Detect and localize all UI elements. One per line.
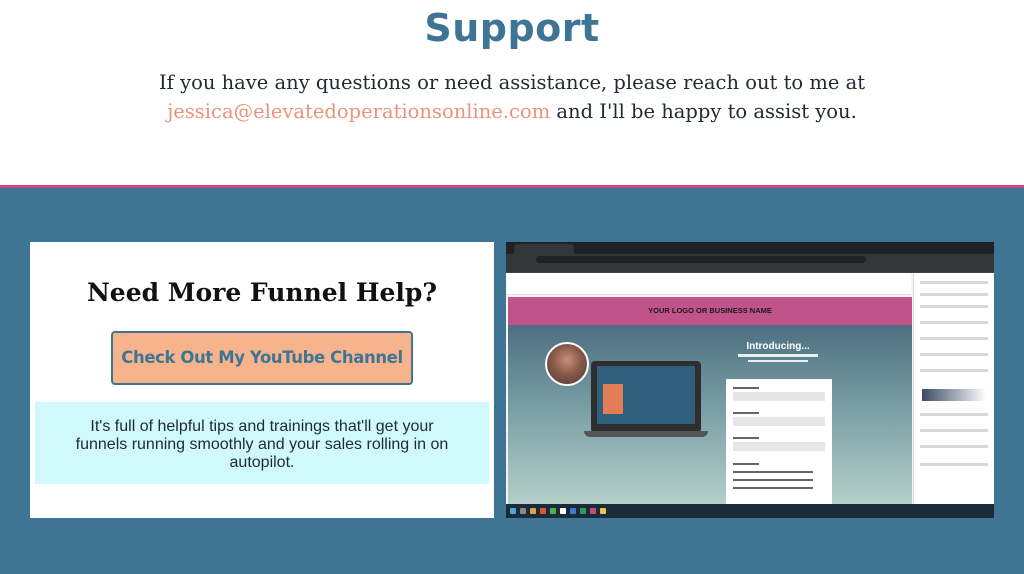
taskbar-icon [530,508,536,514]
taskbar-icon [600,508,606,514]
panel-row [920,445,988,448]
panel-row [920,413,988,416]
laptop-base [584,431,708,437]
form-field [733,417,825,426]
panel-row [920,293,988,296]
form-label [733,479,813,481]
youtube-description: It's full of helpful tips and trainings … [35,402,489,484]
funnel-builder-screenshot: YOUR LOGO OR BUSINESS NAME Introducing..… [506,242,994,518]
support-email-link[interactable]: jessica@elevatedoperationsonline.com [167,100,550,123]
taskbar-icon [590,508,596,514]
browser-tab [514,244,574,254]
form-label [733,487,813,489]
panel-row [920,463,988,466]
support-message: If you have any questions or need assist… [0,68,1024,126]
taskbar-icon [580,508,586,514]
intro-subtitle [748,360,808,362]
profile-photo [545,342,589,386]
browser-bookmarks-bar [506,264,994,273]
funnel-help-section: Need More Funnel Help? Check Out My YouT… [0,188,1024,574]
taskbar-icon [520,508,526,514]
funnel-page-canvas: YOUR LOGO OR BUSINESS NAME Introducing..… [508,297,912,504]
support-message-line2: and I'll be happy to assist you. [550,100,857,123]
page-editor: YOUR LOGO OR BUSINESS NAME Introducing..… [506,273,994,504]
browser-tab-bar [506,242,994,254]
panel-row [920,281,988,284]
intro-subtitle [738,354,818,357]
taskbar-icon [550,508,556,514]
support-message-line1: If you have any questions or need assist… [158,71,866,94]
panel-row [920,429,988,432]
taskbar-icon [560,508,566,514]
support-title: Support [424,6,600,50]
start-icon [510,508,516,514]
panel-row [920,321,988,324]
form-label [733,471,813,473]
support-section: Support If you have any questions or nee… [0,0,1024,185]
logo-bar: YOUR LOGO OR BUSINESS NAME [508,297,912,325]
browser-url-field [536,256,866,263]
editor-settings-panel [913,273,994,504]
form-field [733,442,825,451]
taskbar-icon [570,508,576,514]
panel-row [920,337,988,340]
optin-form [726,379,832,504]
form-label [733,387,759,389]
editor-toolbar [506,273,911,295]
panel-row [920,305,988,308]
ebook-cover [603,384,623,414]
form-label [733,437,759,439]
panel-row [920,353,988,356]
youtube-channel-button[interactable]: Check Out My YouTube Channel [111,331,413,385]
form-label [733,412,759,414]
intro-heading: Introducing... [746,341,810,352]
color-gradient-swatch [922,389,986,401]
form-label [733,463,759,465]
funnel-help-title: Need More Funnel Help? [86,278,438,307]
form-field [733,392,825,401]
funnel-help-card: Need More Funnel Help? Check Out My YouT… [30,242,494,518]
taskbar-icon [540,508,546,514]
panel-row [920,369,988,372]
